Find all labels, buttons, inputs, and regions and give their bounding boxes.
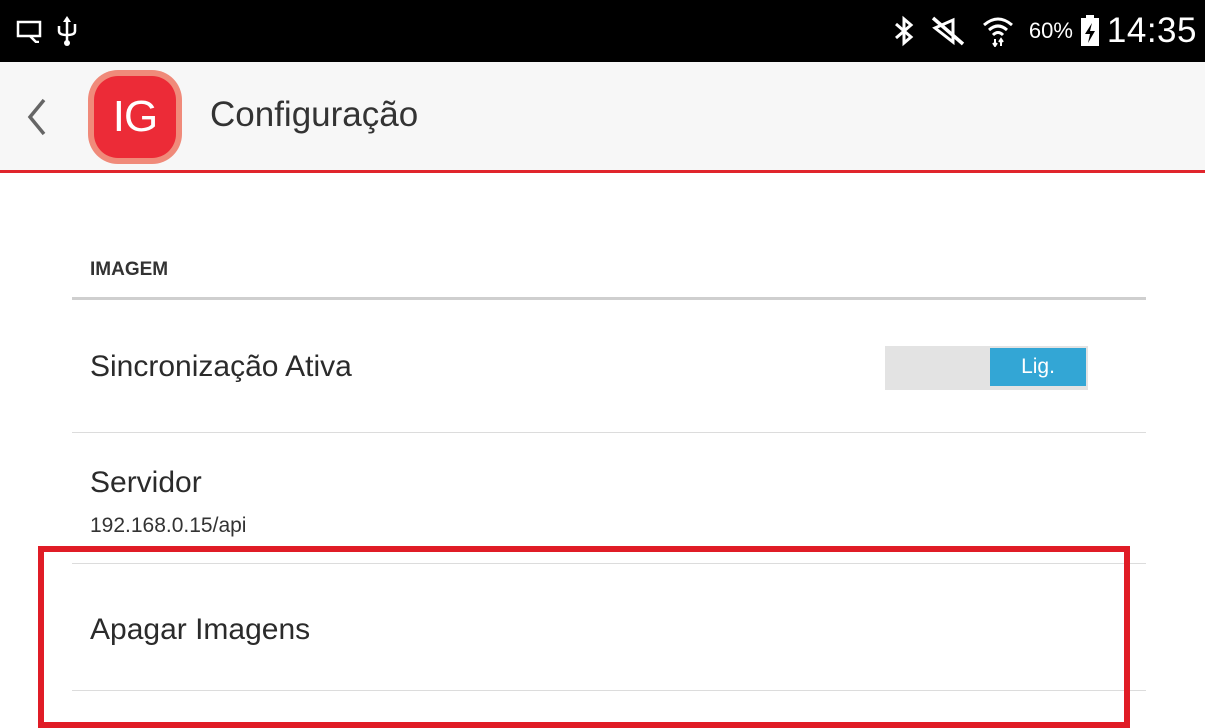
highlight-box [38,546,1130,728]
section-header-imagem: IMAGEM [90,259,169,280]
battery-percentage: 60% [1028,18,1073,43]
app-logo[interactable]: IG [88,70,182,164]
app-logo-text: IG [94,76,176,158]
row-divider [72,432,1146,433]
screen-cast-icon [16,19,42,43]
back-button[interactable] [24,97,50,137]
status-clock: 14:35 [1106,11,1197,50]
status-bar-right: 60% 14:35 [893,8,1197,54]
bluetooth-icon [893,15,915,47]
wifi-icon [981,15,1015,47]
action-bar: IG Configuração [0,62,1205,173]
status-bar: 60% 14:35 [0,0,1205,62]
mute-icon [931,16,965,46]
section-divider [72,297,1146,300]
page-title: Configuração [210,95,419,134]
chevron-left-icon [27,98,46,136]
pref-title-sync[interactable]: Sincronização Ativa [90,350,352,384]
sync-toggle-switch[interactable]: Lig. [885,346,1088,390]
pref-title-server[interactable]: Servidor [90,466,202,500]
battery-charging-icon [1079,14,1101,48]
status-bar-left [16,16,78,46]
usb-icon [56,16,78,46]
switch-thumb-label: Lig. [990,348,1086,386]
pref-summary-server: 192.168.0.15/api [90,514,247,537]
